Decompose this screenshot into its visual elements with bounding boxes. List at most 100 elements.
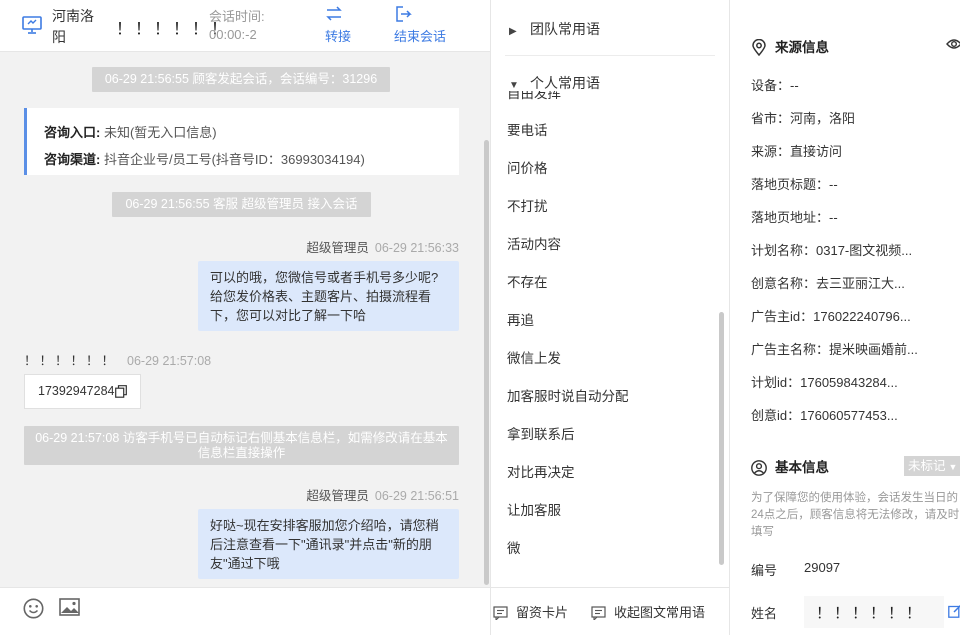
info-value: 提米映画婚前... bbox=[829, 342, 918, 357]
info-label: 设备： bbox=[751, 78, 791, 93]
info-label: 省市： bbox=[751, 111, 791, 126]
session-time-label: 会话时间: bbox=[209, 9, 265, 24]
system-message: 06-29 21:56:55 顾客发起会话，会话编号：31296 bbox=[92, 67, 390, 92]
info-row-source: 来源：直接访问 bbox=[751, 141, 842, 160]
info-label: 创意名称： bbox=[751, 276, 817, 291]
message-time: 06-29 21:56:33 bbox=[374, 241, 459, 255]
transfer-label: 转接 bbox=[325, 29, 352, 44]
channel-value: 抖音企业号/员工号(抖音号ID：36993034194) bbox=[103, 152, 365, 167]
message-icon bbox=[591, 606, 606, 622]
id-label: 编号 bbox=[751, 563, 778, 578]
entry-value: 未知(暂无入口信息) bbox=[103, 125, 217, 140]
emoji-icon[interactable] bbox=[23, 598, 44, 619]
info-row-creative-name: 创意名称：去三亚丽江大... bbox=[751, 273, 905, 292]
system-message: 06-29 21:56:55 客服 超级管理员 接入会话 bbox=[112, 192, 371, 217]
chat-header: 河南洛阳 ！！！！！！ 会话时间: 00:00:-2 转接 结束会话 bbox=[0, 0, 490, 52]
phrase-item[interactable]: 问价格 bbox=[507, 157, 548, 177]
mark-status-value: 未标记 bbox=[908, 459, 946, 473]
chat-scrollbar[interactable] bbox=[484, 140, 489, 585]
info-value: -- bbox=[829, 210, 838, 225]
lead-card-label: 留资卡片 bbox=[516, 605, 569, 620]
name-field[interactable] bbox=[804, 596, 944, 628]
phrase-group-team[interactable]: ▶ 团队常用语 bbox=[509, 19, 600, 39]
basic-info-label: 基本信息 bbox=[775, 460, 829, 475]
channel-row: 咨询渠道: 抖音企业号/员工号(抖音号ID：36993034194) bbox=[44, 146, 459, 173]
edit-icon[interactable] bbox=[948, 604, 960, 618]
entry-info-card: 咨询入口: 未知(暂无入口信息) 咨询渠道: 抖音企业号/员工号(抖音号ID：3… bbox=[24, 108, 459, 175]
chat-panel: 河南洛阳 ！！！！！！ 会话时间: 00:00:-2 转接 结束会话 06-29… bbox=[0, 0, 490, 635]
info-row-plan-id: 计划id：176059843284... bbox=[751, 372, 898, 391]
id-value: 29097 bbox=[804, 560, 841, 575]
sender-name: 超级管理员 bbox=[306, 241, 369, 255]
info-value: 直接访问 bbox=[790, 144, 843, 159]
phrases-scrollbar[interactable] bbox=[719, 312, 724, 565]
collapse-phrases-button[interactable]: 收起图文常用语 bbox=[591, 602, 705, 622]
user-circle-icon bbox=[751, 460, 767, 476]
phrase-item[interactable]: 拿到联系后 bbox=[507, 423, 575, 443]
info-row-advertiser-name: 广告主名称：提米映画婚前... bbox=[751, 339, 918, 358]
agent-message-bubble: 可以的哦，您微信号或者手机号多少呢?给您发价格表、主题客片、拍摄流程看下，您可以… bbox=[198, 261, 459, 331]
info-row-plan-name: 计划名称：0317-图文视频... bbox=[751, 240, 912, 259]
info-value: 176060577453... bbox=[800, 408, 898, 423]
phrase-item[interactable]: 活动内容 bbox=[507, 233, 561, 253]
visitor-location: 河南洛阳 bbox=[52, 8, 94, 45]
phrase-item[interactable]: 微信上发 bbox=[507, 347, 561, 367]
info-value: 176022240796... bbox=[813, 309, 911, 324]
caret-right-icon: ▶ bbox=[509, 26, 517, 37]
info-label: 创意id： bbox=[751, 408, 801, 423]
phrase-item[interactable]: 再追 bbox=[507, 309, 534, 329]
info-row-device: 设备：-- bbox=[751, 75, 799, 94]
name-label: 姓名 bbox=[751, 606, 778, 621]
message-sender: ！！！！！！ 06-29 21:57:08 bbox=[24, 350, 211, 369]
chat-toolbar bbox=[0, 587, 490, 635]
message-icon bbox=[493, 606, 508, 622]
basic-info-note: 为了保障您的使用体验，会话发生当日的24点之后，顾客信息将无法修改，请及时填写 bbox=[751, 492, 960, 538]
info-value: 0317-图文视频... bbox=[816, 243, 913, 258]
divider bbox=[505, 55, 715, 56]
entry-label: 咨询入口: bbox=[44, 125, 101, 140]
transfer-icon bbox=[326, 6, 342, 21]
info-row-province: 省市：河南，洛阳 bbox=[751, 108, 855, 127]
phrase-group-personal[interactable]: ▼ 个人常用语 bbox=[509, 73, 600, 93]
info-row-advertiser-id: 广告主id：176022240796... bbox=[751, 306, 911, 325]
info-value: 176059843284... bbox=[800, 375, 898, 390]
caret-down-icon: ▼ bbox=[509, 80, 519, 91]
info-label: 广告主名称： bbox=[751, 342, 830, 357]
phrase-item[interactable]: 微 bbox=[507, 537, 521, 557]
info-label: 广告主id： bbox=[751, 309, 814, 324]
lead-card-button[interactable]: 留资卡片 bbox=[493, 602, 569, 622]
group-label: 团队常用语 bbox=[530, 21, 600, 37]
visitor-info-panel: 来源信息 设备：-- 省市：河南，洛阳 来源：直接访问 落地页标题：-- 落地页… bbox=[731, 0, 960, 635]
basic-info-title: 基本信息 bbox=[751, 456, 829, 476]
system-message: 06-29 21:57:08 访客手机号已自动标记右侧基本信息栏，如需修改请在基… bbox=[24, 426, 459, 465]
phrase-item[interactable]: 不存在 bbox=[507, 271, 548, 291]
phrase-item[interactable]: 对比再决定 bbox=[507, 461, 575, 481]
mark-status-select[interactable]: 未标记 ▼ bbox=[904, 456, 960, 476]
phrase-item[interactable]: 让加客服 bbox=[507, 499, 561, 519]
exit-icon bbox=[396, 6, 412, 22]
entry-row: 咨询入口: 未知(暂无入口信息) bbox=[44, 119, 459, 146]
info-row-creative-id: 创意id：176060577453... bbox=[751, 405, 898, 424]
phrase-item[interactable]: 不打扰 bbox=[507, 195, 548, 215]
info-row-landing-title: 落地页标题：-- bbox=[751, 174, 838, 193]
phrase-item[interactable]: 要电话 bbox=[507, 119, 548, 139]
info-label: 计划id： bbox=[751, 375, 801, 390]
sender-name: ！！！！！！ bbox=[24, 354, 118, 368]
eye-icon[interactable] bbox=[946, 36, 960, 52]
info-value: 河南，洛阳 bbox=[790, 111, 856, 126]
message-sender: 超级管理员 06-29 21:56:51 bbox=[306, 485, 459, 504]
transfer-button[interactable]: 转接 bbox=[325, 5, 351, 45]
location-pin-icon bbox=[752, 38, 766, 57]
source-info-label: 来源信息 bbox=[775, 40, 829, 55]
end-session-button[interactable]: 结束会话 bbox=[394, 5, 446, 45]
channel-label: 咨询渠道: bbox=[44, 152, 101, 167]
message-time: 06-29 21:57:08 bbox=[127, 354, 212, 368]
copy-icon[interactable] bbox=[115, 385, 127, 398]
image-icon[interactable] bbox=[59, 598, 80, 616]
info-label: 来源： bbox=[751, 144, 791, 159]
info-label: 落地页地址： bbox=[751, 210, 830, 225]
message-sender: 超级管理员 06-29 21:56:33 bbox=[306, 237, 459, 256]
phrase-item[interactable]: 加客服时说自动分配 bbox=[507, 385, 629, 405]
phrases-toolbar: 留资卡片 收起图文常用语 bbox=[491, 587, 729, 635]
info-value: -- bbox=[829, 177, 838, 192]
